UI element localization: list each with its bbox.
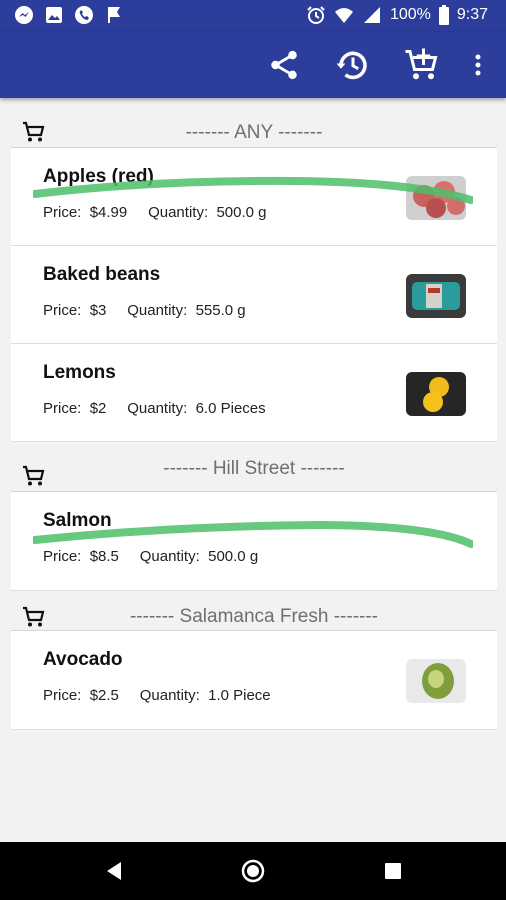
quantity-label: Quantity: [139, 687, 200, 704]
item-details: Price: $2 Quantity: 6.0 Pieces [43, 400, 266, 417]
item-price: $4.99 [89, 204, 128, 221]
shopping-list: ------- ANY ------- Apples (red) Price: … [11, 98, 497, 730]
system-nav-bar [0, 842, 506, 900]
quantity-label: Quantity: [127, 302, 188, 319]
item-image [406, 659, 466, 703]
home-icon [241, 859, 265, 883]
item-price: $3 [89, 302, 107, 319]
price-label: Price: [43, 400, 82, 417]
battery-icon [438, 5, 449, 25]
item-quantity: 500.0 g [208, 548, 259, 565]
item-name: Baked beans [43, 264, 161, 285]
history-icon [336, 51, 367, 80]
price-label: Price: [43, 204, 82, 221]
item-quantity: 500.0 g [216, 204, 267, 221]
item-image [406, 274, 466, 318]
phone-icon [75, 6, 93, 24]
store-group-header: ------- ANY ------- [11, 98, 497, 148]
back-icon [107, 862, 121, 880]
store-group-title: ------- Salamanca Fresh ------- [129, 606, 379, 627]
recents-icon [385, 863, 401, 879]
list-item[interactable]: Avocado Price: $2.5 Quantity: 1.0 Piece [11, 631, 497, 730]
overflow-menu-button[interactable] [460, 45, 496, 85]
alarm-icon [307, 6, 325, 24]
share-button[interactable] [264, 45, 304, 85]
quantity-label: Quantity: [148, 204, 209, 221]
item-quantity: 6.0 Pieces [195, 400, 266, 417]
item-name: Lemons [43, 362, 116, 383]
store-group-title: ------- ANY ------- [185, 122, 323, 143]
item-details: Price: $3 Quantity: 555.0 g [43, 302, 246, 319]
flag-icon [108, 7, 120, 23]
item-price: $2.5 [89, 687, 119, 704]
item-details: Price: $2.5 Quantity: 1.0 Piece [43, 687, 271, 704]
item-quantity: 1.0 Piece [208, 687, 271, 704]
history-button[interactable] [333, 45, 373, 85]
price-label: Price: [43, 302, 82, 319]
messenger-icon [15, 6, 33, 24]
item-details: Price: $8.5 Quantity: 500.0 g [43, 548, 258, 565]
add-to-cart-icon [405, 48, 438, 80]
store-group-header: ------- Salamanca Fresh ------- [11, 591, 497, 631]
store-group-title: ------- Hill Street ------- [163, 458, 345, 479]
item-name: Apples (red) [43, 166, 154, 187]
item-details: Price: $4.99 Quantity: 500.0 g [43, 204, 267, 221]
overflow-menu-icon [475, 54, 481, 76]
signal-icon [363, 7, 380, 23]
home-button[interactable] [238, 856, 268, 886]
item-name: Avocado [43, 649, 123, 670]
quantity-label: Quantity: [139, 548, 200, 565]
list-item[interactable]: Lemons Price: $2 Quantity: 6.0 Pieces [11, 344, 497, 442]
gallery-icon [46, 7, 62, 23]
item-image [406, 372, 466, 416]
share-icon [271, 50, 297, 80]
app-bar [0, 32, 506, 98]
status-bar: 100% 9:37 [0, 0, 506, 32]
system-indicators: 100% 9:37 [306, 5, 488, 25]
clock-time: 9:37 [456, 6, 488, 23]
add-to-cart-button[interactable] [402, 45, 442, 85]
store-group-header: ------- Hill Street ------- [11, 442, 497, 492]
item-price: $8.5 [89, 548, 119, 565]
item-price: $2 [89, 400, 107, 417]
notification-icons [14, 5, 124, 25]
item-quantity: 555.0 g [195, 302, 246, 319]
item-name: Salmon [43, 510, 112, 531]
list-item[interactable]: Baked beans Price: $3 Quantity: 555.0 g [11, 246, 497, 344]
wifi-icon [334, 8, 353, 23]
quantity-label: Quantity: [127, 400, 188, 417]
item-image [406, 176, 466, 220]
battery-percentage: 100% [389, 6, 431, 23]
list-item[interactable]: Salmon Price: $8.5 Quantity: 500.0 g [11, 492, 497, 591]
price-label: Price: [43, 687, 82, 704]
price-label: Price: [43, 548, 82, 565]
recents-button[interactable] [378, 856, 408, 886]
list-item[interactable]: Apples (red) Price: $4.99 Quantity: 500.… [11, 148, 497, 246]
back-button[interactable] [99, 856, 129, 886]
